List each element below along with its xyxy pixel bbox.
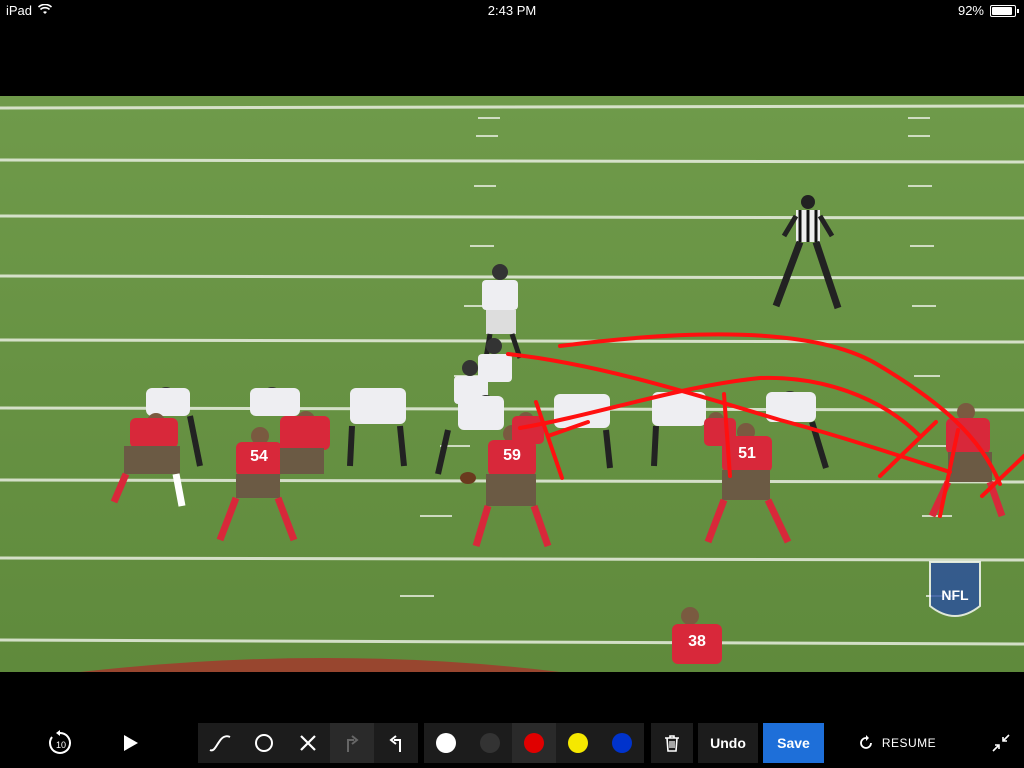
rewind-icon: 10: [49, 730, 71, 754]
color-swatch: [436, 733, 456, 753]
jersey-number: 38: [688, 633, 706, 650]
jersey-number: 54: [250, 448, 268, 465]
color-swatch: [480, 733, 500, 753]
save-button[interactable]: Save: [763, 723, 824, 763]
color-red-button[interactable]: [512, 723, 556, 763]
delete-button[interactable]: [651, 723, 693, 763]
x-tool-button[interactable]: [286, 723, 330, 763]
status-bar: iPad 2:43 PM 92%: [0, 0, 1024, 22]
play-icon: [124, 735, 138, 751]
resume-button[interactable]: RESUME: [852, 729, 942, 757]
color-blue-button[interactable]: [600, 723, 644, 763]
status-time: 2:43 PM: [487, 3, 537, 18]
freehand-tool-button[interactable]: [198, 723, 242, 763]
undo-drawing-button[interactable]: [374, 723, 418, 763]
minimize-icon: [992, 734, 1010, 752]
jersey-number: 59: [503, 447, 521, 464]
telestrator-toolbar: 10 Undo Save RESUME: [0, 715, 1024, 768]
color-yellow-button[interactable]: [556, 723, 600, 763]
undo-button[interactable]: Undo: [698, 723, 758, 763]
battery-icon: [990, 4, 1019, 17]
redo-drawing-button[interactable]: [330, 723, 374, 763]
x-icon: [300, 735, 316, 751]
video-frame[interactable]: 54 59 51 38 NFL: [0, 96, 1024, 672]
refresh-icon: [859, 735, 872, 749]
color-swatch: [524, 733, 544, 753]
football: [460, 472, 476, 484]
redo-icon: [347, 735, 359, 752]
svg-text:NFL: NFL: [941, 587, 969, 603]
color-black-button[interactable]: [468, 723, 512, 763]
color-white-button[interactable]: [424, 723, 468, 763]
resume-label: RESUME: [881, 736, 937, 750]
rewind-10-button[interactable]: 10: [44, 727, 76, 759]
circle-tool-button[interactable]: [242, 723, 286, 763]
trash-icon: [665, 735, 679, 752]
battery-percent: 92%: [957, 3, 984, 18]
color-palette: [424, 723, 644, 763]
color-swatch: [612, 733, 632, 753]
circle-icon: [255, 734, 273, 752]
rewind-label: 10: [56, 740, 66, 750]
drawing-tools: [198, 723, 418, 763]
freehand-icon: [209, 735, 231, 752]
nfl-logo: NFL: [929, 561, 981, 617]
play-button[interactable]: [116, 727, 144, 759]
undo-arrow-icon: [389, 735, 401, 752]
jersey-number: 51: [738, 445, 756, 462]
exit-fullscreen-button[interactable]: [986, 729, 1016, 757]
field: [0, 96, 1024, 672]
color-swatch: [568, 733, 588, 753]
